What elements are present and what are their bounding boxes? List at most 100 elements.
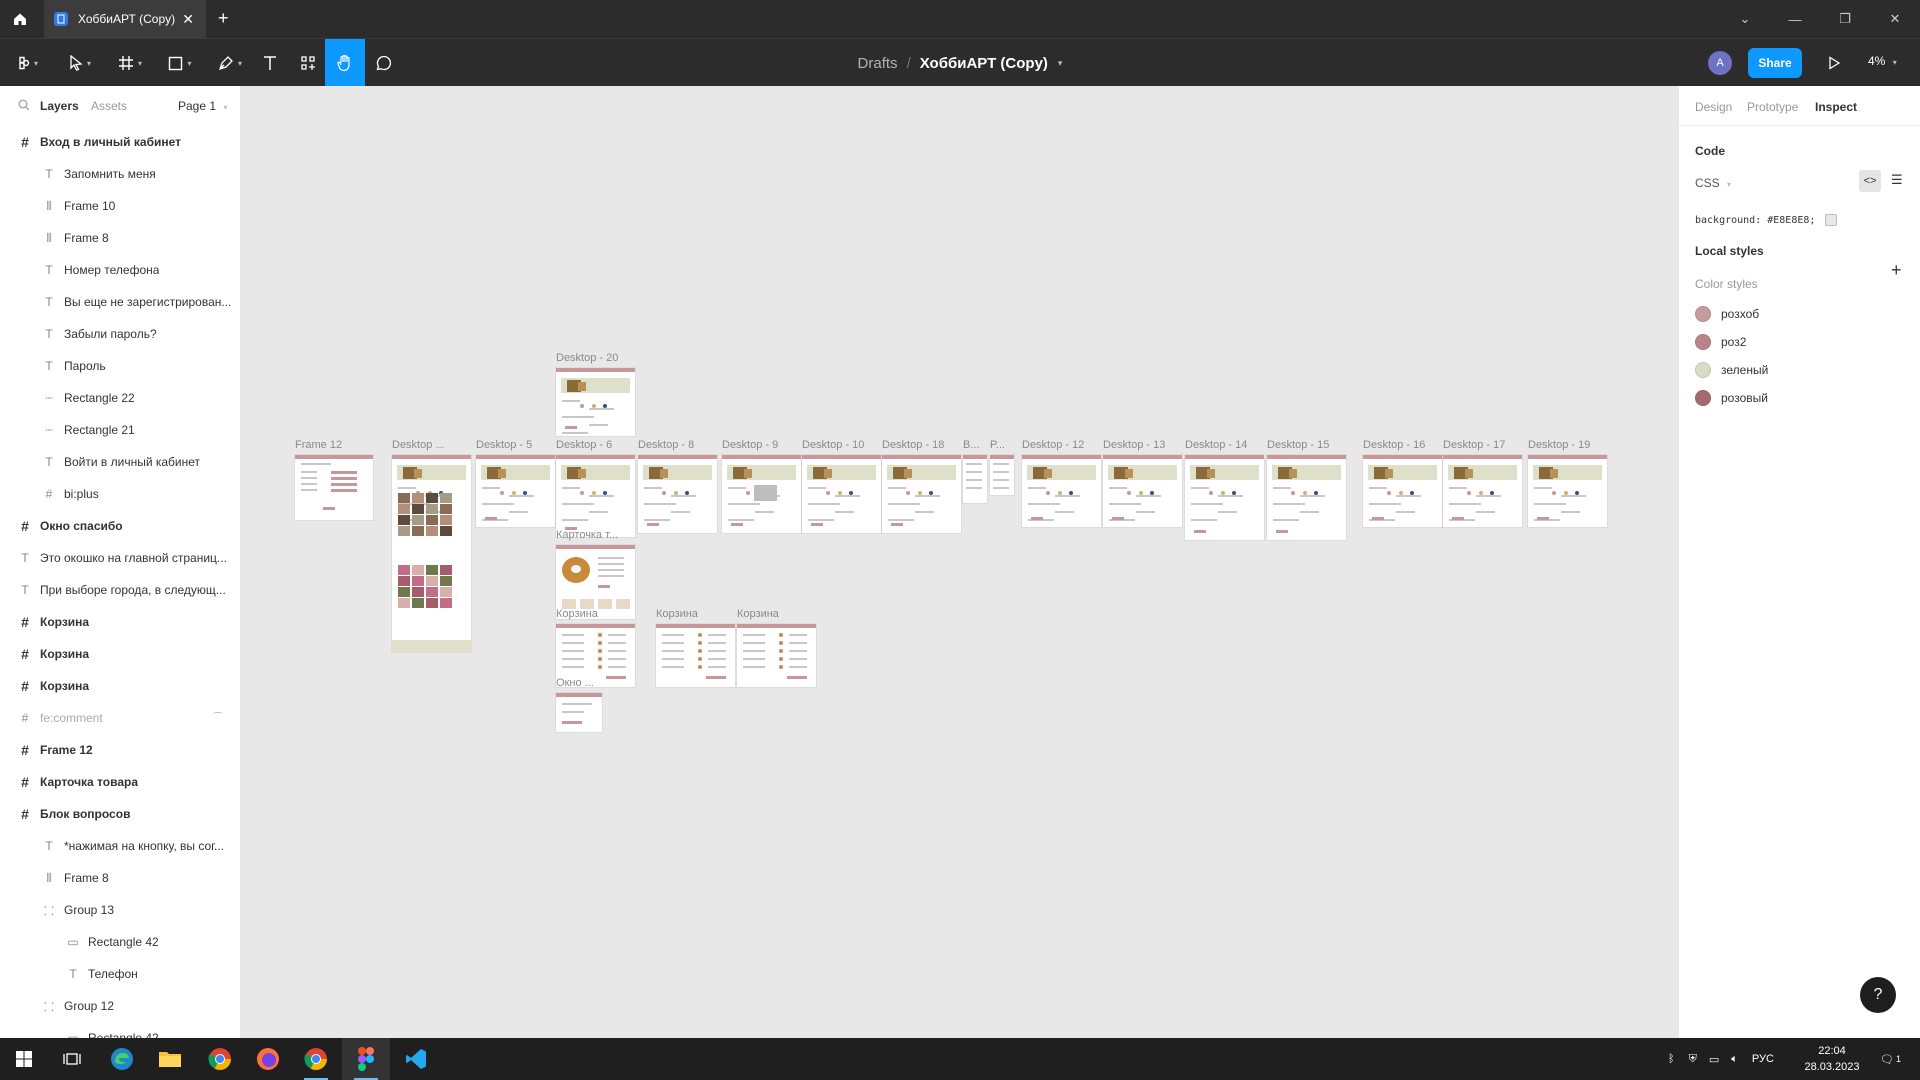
frame-thumbnail[interactable]	[476, 455, 555, 527]
frame-label[interactable]: Карточка т...	[556, 529, 618, 541]
layer-item[interactable]: ┄ Rectangle 21	[0, 414, 240, 446]
layer-item[interactable]: T Забыли пароль?	[0, 318, 240, 350]
frame-thumbnail[interactable]	[556, 455, 635, 537]
file-tab[interactable]: ХоббиАРТ (Copy) ✕	[44, 0, 206, 38]
frame-label[interactable]: Desktop - 8	[638, 439, 694, 451]
tab-inspect[interactable]: Inspect	[1815, 100, 1857, 114]
layer-item[interactable]: ⦀ Frame 8	[0, 862, 240, 894]
code-language-select[interactable]: CSS ▾	[1695, 176, 1731, 190]
frame-thumbnail[interactable]	[1185, 455, 1264, 540]
frame-thumbnail[interactable]	[963, 455, 987, 503]
help-button[interactable]: ?	[1860, 977, 1896, 1013]
frame-thumbnail[interactable]	[1363, 455, 1442, 527]
maximize-button[interactable]: ❐	[1820, 0, 1870, 38]
frame-thumbnail[interactable]	[737, 624, 816, 687]
firefox-app[interactable]	[244, 1038, 292, 1080]
frame-thumbnail[interactable]	[802, 455, 881, 533]
layer-item[interactable]: ┄ Rectangle 22	[0, 382, 240, 414]
layer-item[interactable]: T Вы еще не зарегистрирован...	[0, 286, 240, 318]
frame-label[interactable]: Корзина	[737, 608, 779, 620]
page-selector[interactable]: Page 1 ▾	[178, 99, 227, 113]
frame-tool-button[interactable]: ▾	[108, 39, 152, 87]
frame-thumbnail[interactable]	[392, 455, 471, 652]
chrome-app-2[interactable]	[292, 1038, 340, 1080]
frame-label[interactable]: Desktop - 6	[556, 439, 612, 451]
frame-thumbnail[interactable]	[1103, 455, 1182, 527]
clock[interactable]: 22:04 28.03.2023	[1800, 1043, 1864, 1075]
layer-item[interactable]: # Корзина	[0, 670, 240, 702]
frame-label[interactable]: P...	[990, 439, 1005, 451]
minimize-button[interactable]: —	[1770, 0, 1820, 38]
layer-item[interactable]: # Корзина	[0, 606, 240, 638]
layer-item[interactable]: # Вход в личный кабинет	[0, 126, 240, 158]
frame-label[interactable]: Desktop - 19	[1528, 439, 1590, 451]
breadcrumb-drafts[interactable]: Drafts	[858, 55, 898, 72]
color-style-item[interactable]: розовый	[1695, 388, 1768, 408]
frame-label[interactable]: Desktop - 12	[1022, 439, 1084, 451]
code-view-icon[interactable]: <>	[1859, 170, 1881, 192]
layer-item[interactable]: ▭ Rectangle 42	[0, 926, 240, 958]
layer-item[interactable]: T Номер телефона	[0, 254, 240, 286]
zoom-dropdown[interactable]: 4% ▾	[1868, 54, 1897, 68]
frame-label[interactable]: Desktop - 13	[1103, 439, 1165, 451]
language-indicator[interactable]: РУС	[1752, 1053, 1774, 1065]
layer-item[interactable]: ⦀ Frame 8	[0, 222, 240, 254]
frame-label[interactable]: Desktop - 17	[1443, 439, 1505, 451]
hand-tool-button[interactable]	[325, 39, 365, 87]
frame-thumbnail[interactable]	[1528, 455, 1607, 527]
tab-assets[interactable]: Assets	[91, 99, 127, 113]
frame-label[interactable]: B...	[963, 439, 980, 451]
layer-item[interactable]: T Телефон	[0, 958, 240, 990]
frame-thumbnail[interactable]	[1267, 455, 1346, 540]
figma-app[interactable]	[342, 1038, 390, 1080]
close-tab-icon[interactable]: ✕	[182, 11, 194, 28]
layer-item[interactable]: # Окно спасибо	[0, 510, 240, 542]
frame-thumbnail[interactable]	[1022, 455, 1101, 527]
move-tool-button[interactable]: ▾	[58, 39, 102, 87]
tabs-dropdown-icon[interactable]: ⌄	[1720, 0, 1770, 38]
frame-label[interactable]: Desktop - 15	[1267, 439, 1329, 451]
frame-label[interactable]: Desktop - 18	[882, 439, 944, 451]
add-style-icon[interactable]: +	[1891, 260, 1902, 281]
task-view-button[interactable]	[48, 1038, 96, 1080]
vscode-app[interactable]	[392, 1038, 440, 1080]
frame-label[interactable]: Desktop - 20	[556, 352, 618, 364]
layer-item[interactable]: T Запомнить меня	[0, 158, 240, 190]
frame-thumbnail[interactable]	[638, 455, 717, 533]
shape-tool-button[interactable]: ▾	[158, 39, 202, 87]
layer-item[interactable]: # Блок вопросов	[0, 798, 240, 830]
tab-prototype[interactable]: Prototype	[1747, 100, 1798, 114]
layer-item[interactable]: ⸬ Group 13	[0, 894, 240, 926]
resources-button[interactable]	[290, 39, 326, 87]
home-button[interactable]	[0, 0, 40, 38]
list-view-icon[interactable]: ☰	[1891, 172, 1903, 188]
search-icon[interactable]	[18, 99, 30, 114]
layer-item[interactable]: T Войти в личный кабинет	[0, 446, 240, 478]
frame-label[interactable]: Desktop - 10	[802, 439, 864, 451]
volume-icon[interactable]: 🔈︎	[1731, 1053, 1738, 1066]
chrome-app[interactable]	[196, 1038, 244, 1080]
security-icon[interactable]: ⛨	[1689, 1053, 1697, 1066]
main-menu-button[interactable]: ▾	[8, 39, 48, 87]
chevron-down-icon[interactable]: ▾	[1058, 58, 1063, 69]
canvas[interactable]: Desktop - 20 Frame 12 Desktop ... Desktop -…	[241, 86, 1678, 1038]
frame-label[interactable]: Desktop - 14	[1185, 439, 1247, 451]
pen-tool-button[interactable]: ▾	[208, 39, 252, 87]
layer-item[interactable]: ⸬ Group 12	[0, 990, 240, 1022]
file-explorer-app[interactable]	[146, 1038, 194, 1080]
layer-item[interactable]: T Это окошко на главной страниц...	[0, 542, 240, 574]
color-style-item[interactable]: розхоб	[1695, 304, 1759, 324]
frame-thumbnail[interactable]	[722, 455, 801, 533]
frame-label[interactable]: Окно ...	[556, 677, 594, 689]
hidden-eye-icon[interactable]: ⁀	[214, 713, 222, 724]
code-snippet[interactable]: background: #E8E8E8;	[1695, 214, 1838, 226]
share-button[interactable]: Share	[1748, 48, 1802, 78]
frame-label[interactable]: Desktop - 5	[476, 439, 532, 451]
comment-tool-button[interactable]	[366, 39, 402, 87]
text-tool-button[interactable]	[252, 39, 288, 87]
frame-thumbnail[interactable]	[1443, 455, 1522, 527]
layer-item[interactable]: # Корзина	[0, 638, 240, 670]
breadcrumb-file-name[interactable]: ХоббиАРТ (Copy)	[920, 55, 1048, 72]
layer-item[interactable]: # Карточка товара	[0, 766, 240, 798]
layer-item[interactable]: T *нажимая на кнопку, вы сог...	[0, 830, 240, 862]
